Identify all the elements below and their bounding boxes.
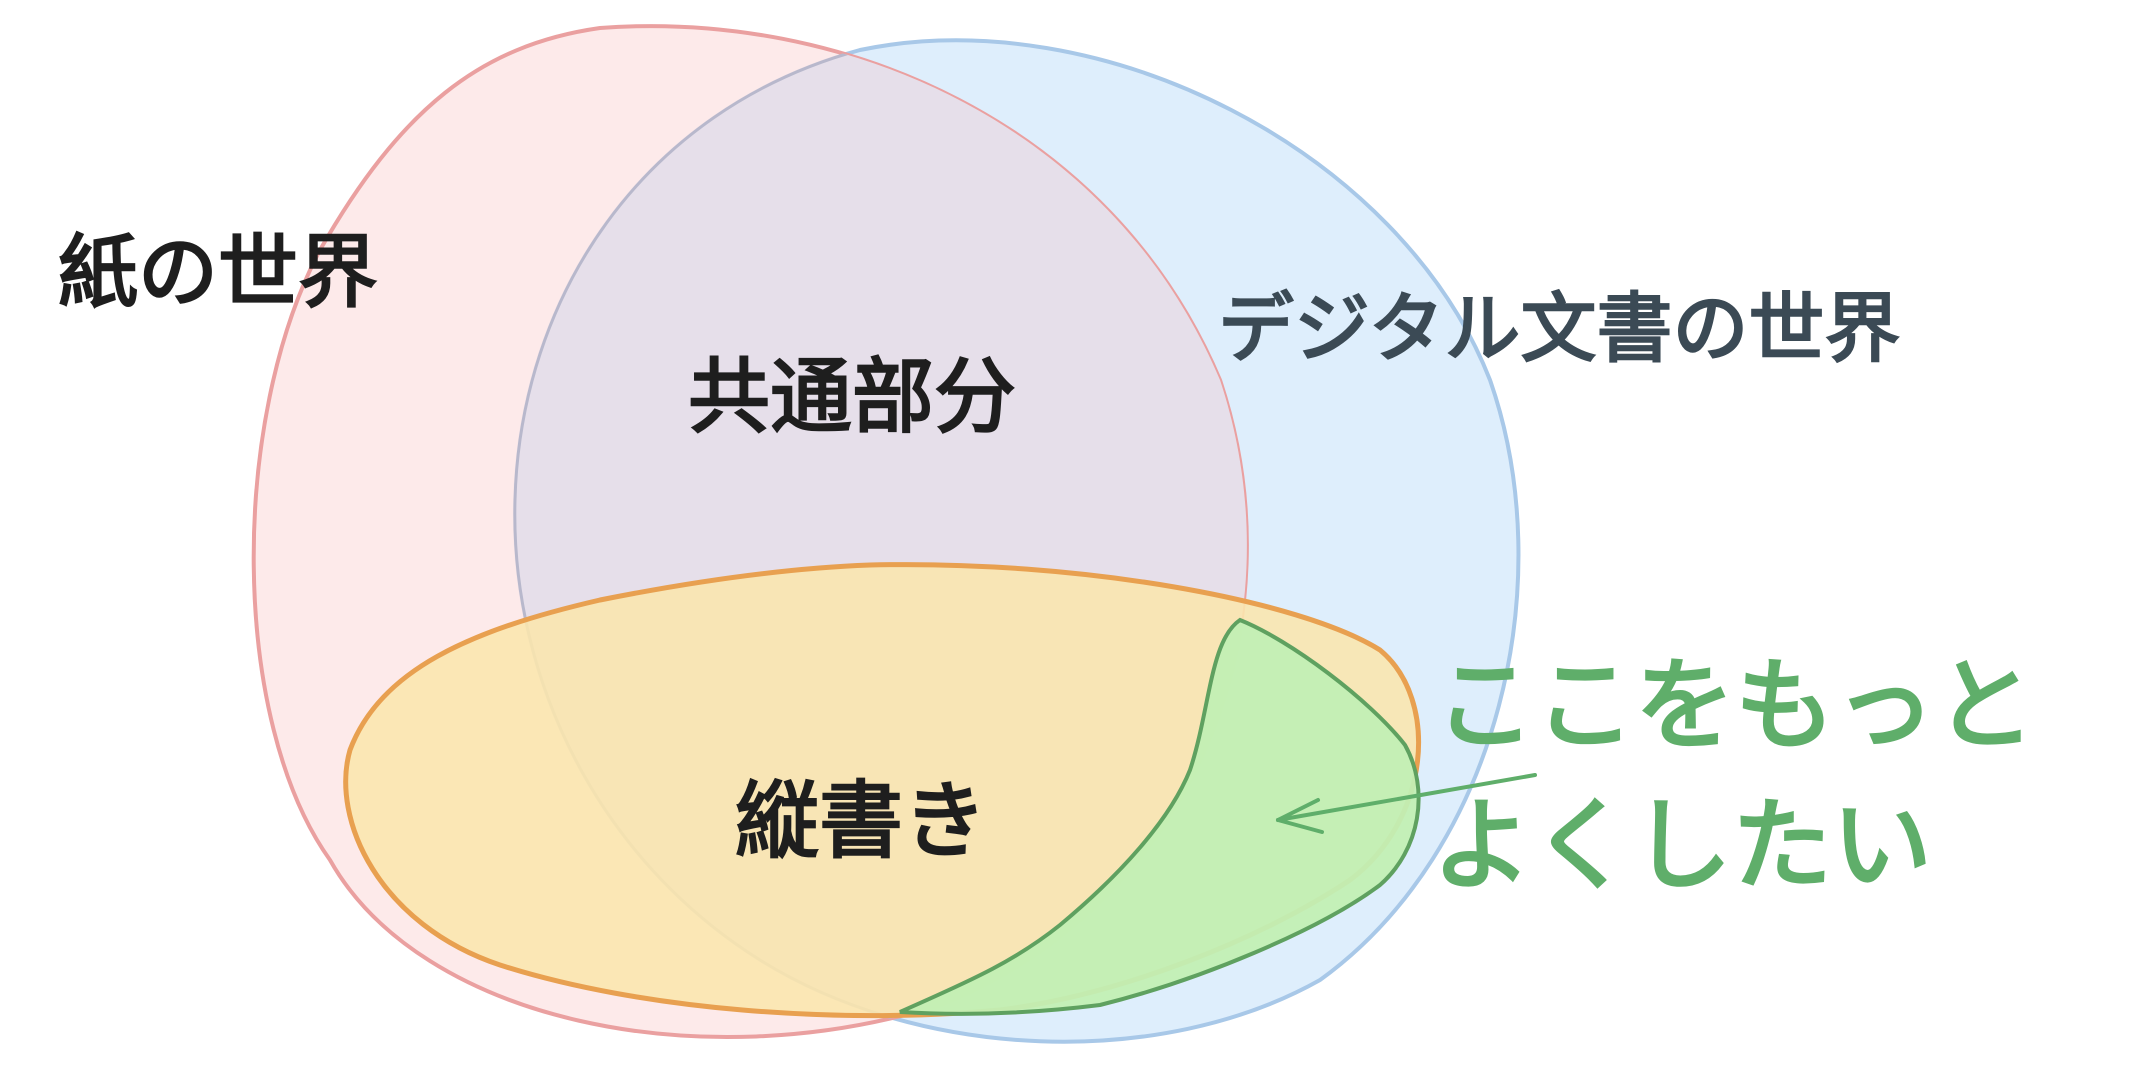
annotation-text-line2: よくしたい [1432, 787, 1932, 904]
venn-diagram-canvas: 紙の世界 デジタル文書の世界 共通部分 縦書き ここをもっと よくしたい [0, 0, 2142, 1078]
digital-world-label: デジタル文書の世界 [1218, 284, 1900, 373]
vertical-writing-label: 縦書き [735, 772, 987, 870]
common-part-label: 共通部分 [688, 350, 1016, 445]
paper-world-label: 紙の世界 [58, 226, 378, 319]
annotation-text-line1: ここをもっと [1435, 647, 2035, 764]
venn-diagram: 紙の世界 デジタル文書の世界 共通部分 縦書き ここをもっと よくしたい [58, 24, 2035, 1044]
